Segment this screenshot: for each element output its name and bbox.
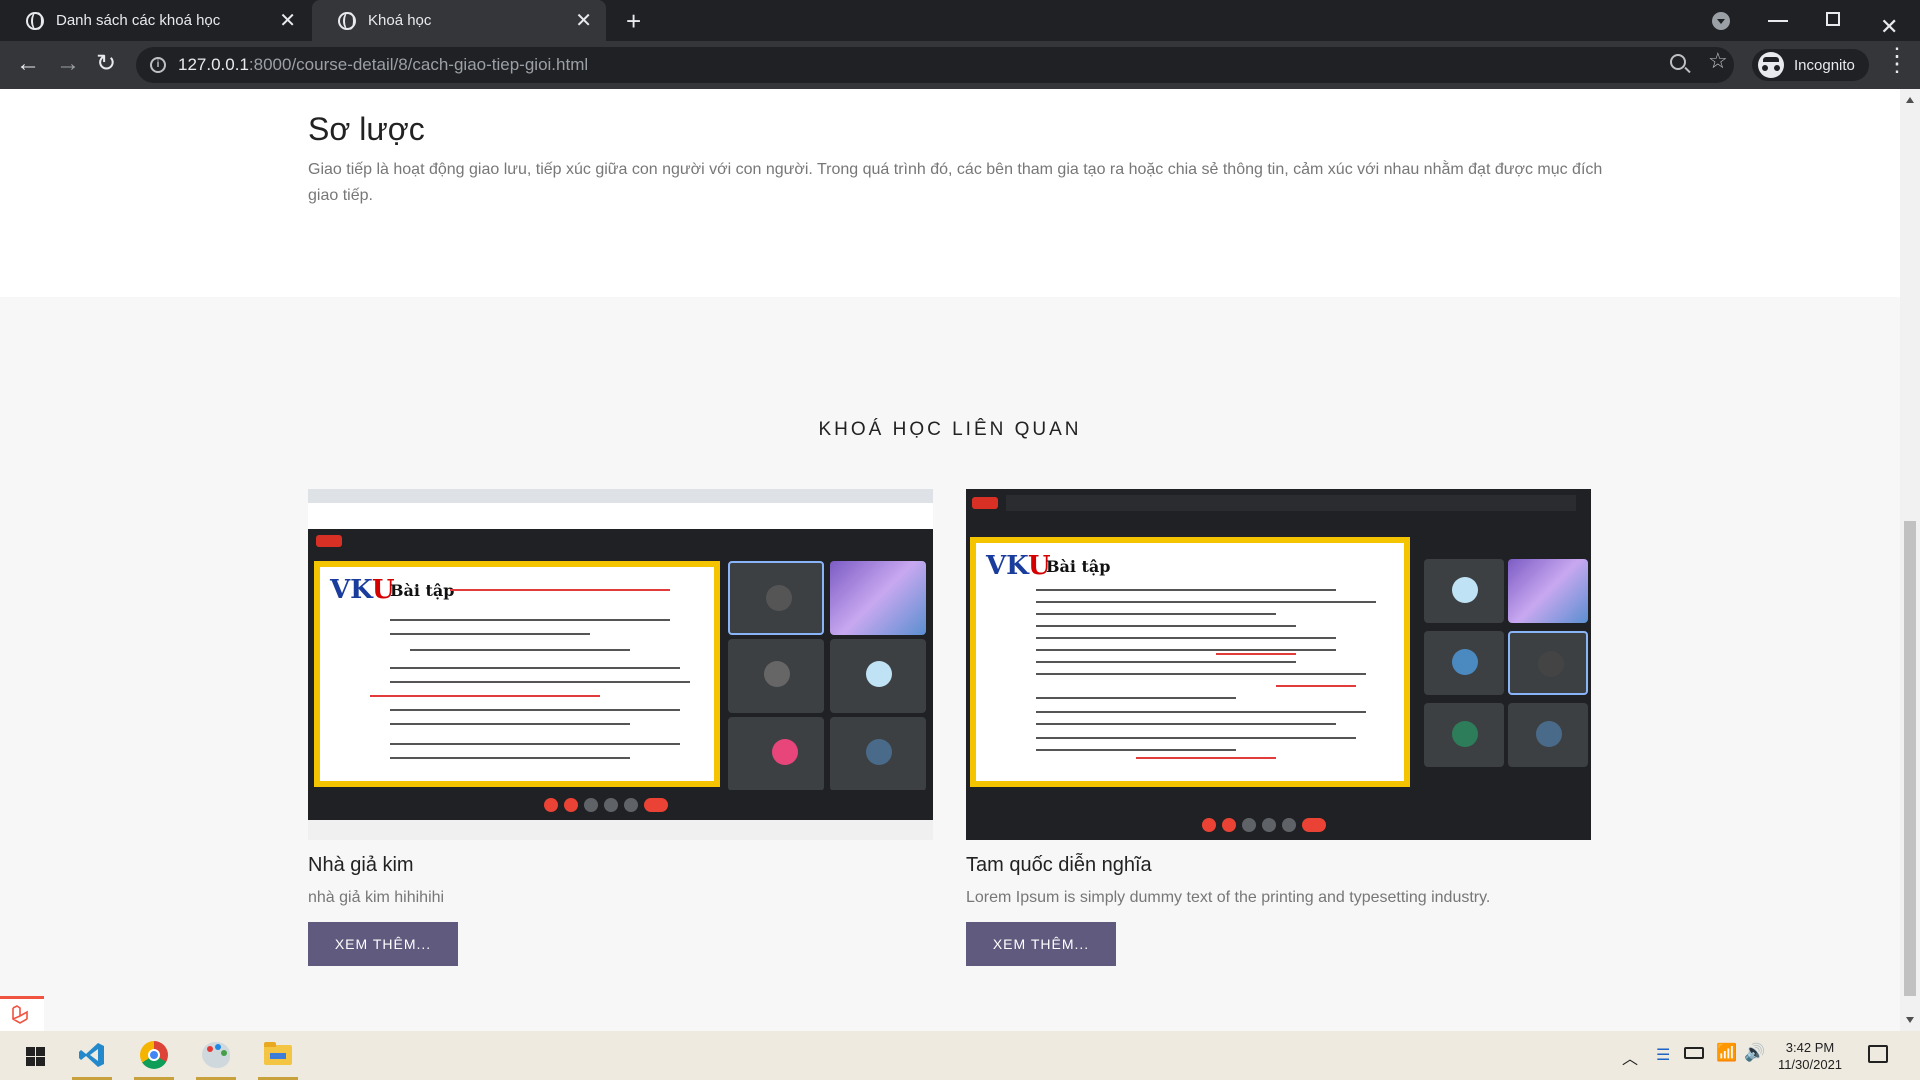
tab-search-icon[interactable] <box>1712 12 1730 30</box>
tab-course-list[interactable]: Danh sách các khoá học ✕ <box>0 0 310 41</box>
minimize-button[interactable] <box>1768 20 1788 22</box>
slide-title: Bài tập <box>390 581 455 600</box>
related-courses-heading: KHOÁ HỌC LIÊN QUAN <box>818 419 1082 440</box>
course-title[interactable]: Nhà giả kim <box>308 854 933 877</box>
close-tab-icon[interactable]: ✕ <box>279 8 296 33</box>
paint-icon[interactable] <box>192 1031 240 1080</box>
vscode-icon[interactable] <box>68 1031 116 1080</box>
reload-button[interactable]: ↻ <box>96 51 116 77</box>
tab-course-detail[interactable]: Khoá học ✕ <box>312 0 606 41</box>
close-tab-icon[interactable]: ✕ <box>575 8 592 33</box>
course-thumbnail[interactable]: VKU Bài tập <box>966 489 1591 840</box>
related-courses-section: KHOÁ HỌC LIÊN QUAN VKU Bài tập Nhà giả k… <box>0 297 1900 1031</box>
ime-icon[interactable]: ☰ <box>1656 1045 1670 1080</box>
start-button[interactable] <box>6 1031 54 1080</box>
chrome-icon[interactable] <box>130 1031 178 1080</box>
system-clock[interactable]: 3:42 PM 11/30/2021 <box>1770 1039 1850 1073</box>
profile-label: Incognito <box>1794 56 1855 74</box>
course-title[interactable]: Tam quốc diễn nghĩa <box>966 854 1591 877</box>
bookmark-star-icon[interactable]: ☆ <box>1708 48 1728 74</box>
course-card: VKU Bài tập <box>966 489 1591 966</box>
laravel-debug-icon[interactable] <box>0 996 44 1031</box>
rec-badge <box>316 535 342 547</box>
browser-toolbar: ← → ↻ i 127.0.0.1:8000/course-detail/8/c… <box>0 41 1920 89</box>
page-scrollbar[interactable] <box>1900 89 1920 1031</box>
course-thumbnail[interactable]: VKU Bài tập <box>308 489 933 840</box>
course-description: nhà giả kim hihihihi <box>308 889 445 906</box>
restore-button[interactable] <box>1826 12 1840 26</box>
view-more-button[interactable]: XEM THÊM... <box>966 922 1116 966</box>
slide-title: Bài tập <box>1046 557 1111 576</box>
incognito-icon <box>1758 52 1784 78</box>
vku-logo: VKU <box>986 551 1051 581</box>
page-viewport: Sơ lược Giao tiếp là hoạt động giao lưu,… <box>0 89 1900 1031</box>
file-explorer-icon[interactable] <box>254 1031 302 1080</box>
windows-logo-icon <box>26 1047 45 1066</box>
globe-icon <box>26 11 44 30</box>
summary-text: Giao tiếp là hoạt động giao lưu, tiếp xú… <box>308 161 1603 204</box>
wifi-icon[interactable]: 📶 <box>1716 1043 1737 1080</box>
url-text: 127.0.0.1:8000/course-detail/8/cach-giao… <box>178 55 589 74</box>
chrome-menu-icon[interactable]: ⋮ ⋮ <box>1886 45 1908 75</box>
browser-tab-strip: Danh sách các khoá học ✕ Khoá học ✕ + ✕ <box>0 0 1920 41</box>
tab-title: Danh sách các khoá học <box>56 12 221 29</box>
rec-badge <box>972 497 998 509</box>
vku-logo: VKU <box>330 575 395 605</box>
new-tab-button[interactable]: + <box>626 6 641 37</box>
forward-button[interactable]: → <box>56 51 80 77</box>
scroll-up-arrow[interactable] <box>1906 97 1914 103</box>
windows-taskbar: ︿ ☰ 📶 🔊 3:42 PM 11/30/2021 <box>0 1031 1920 1080</box>
clock-time: 3:42 PM <box>1785 1040 1835 1055</box>
show-hidden-icons[interactable]: ︿ <box>1622 1045 1638 1080</box>
scroll-down-arrow[interactable] <box>1906 1017 1914 1023</box>
incognito-profile-button[interactable]: Incognito <box>1752 49 1869 81</box>
tab-title: Khoá học <box>368 12 432 29</box>
site-info-icon[interactable]: i <box>150 57 166 73</box>
summary-title: Sơ lược <box>308 111 425 147</box>
clock-date: 11/30/2021 <box>1777 1057 1843 1072</box>
course-description: Lorem Ipsum is simply dummy text of the … <box>966 889 1491 906</box>
notifications-icon[interactable] <box>1868 1045 1888 1063</box>
course-card: VKU Bài tập <box>308 489 933 966</box>
back-button[interactable]: ← <box>16 51 40 77</box>
address-bar[interactable]: i 127.0.0.1:8000/course-detail/8/cach-gi… <box>136 47 1734 83</box>
globe-icon <box>338 11 356 30</box>
view-more-button[interactable]: XEM THÊM... <box>308 922 458 966</box>
battery-icon[interactable] <box>1684 1047 1704 1059</box>
volume-icon[interactable]: 🔊 <box>1744 1043 1765 1080</box>
zoom-icon[interactable] <box>1670 54 1686 70</box>
scrollbar-thumb[interactable] <box>1904 521 1916 996</box>
